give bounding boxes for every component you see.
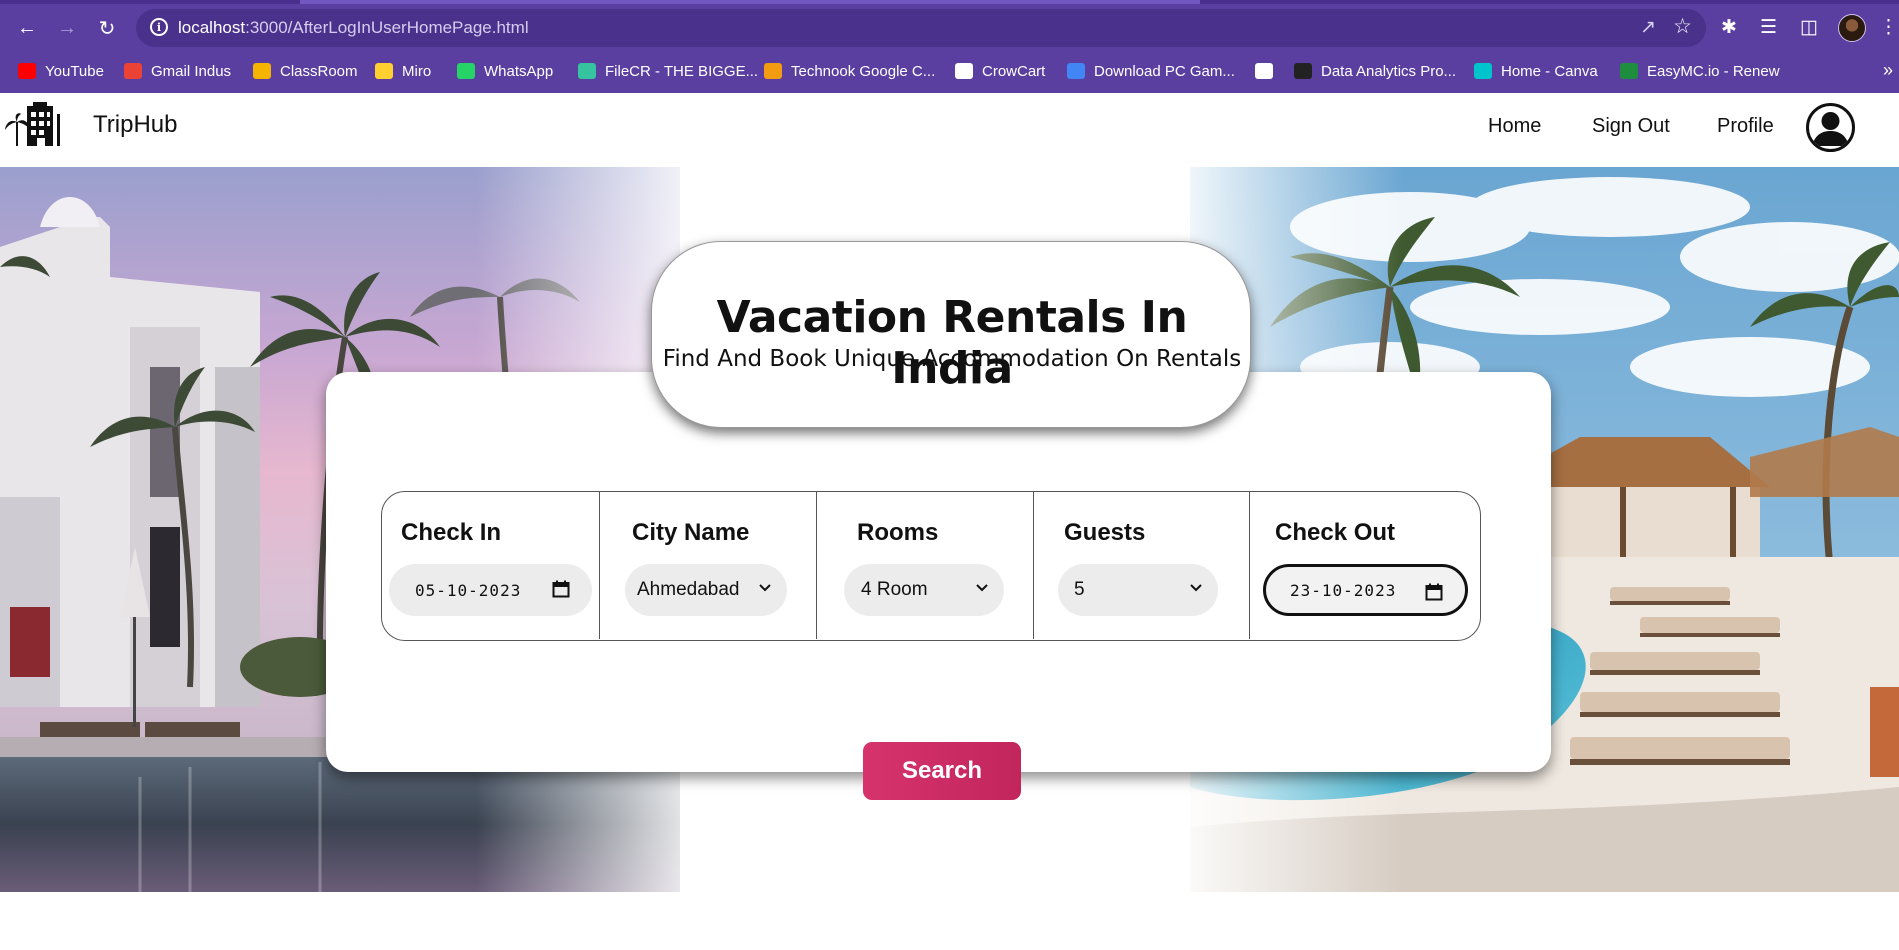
- bookmark-label: ClassRoom: [280, 62, 358, 80]
- miro-icon: [375, 63, 393, 79]
- bookmark-star-icon[interactable]: ☆: [1673, 14, 1692, 39]
- calendar-icon[interactable]: [552, 580, 570, 598]
- checkin-value: 05-10-2023: [415, 580, 522, 600]
- city-label: City Name: [632, 519, 750, 546]
- bookmarks-overflow-icon[interactable]: »: [1883, 60, 1893, 81]
- bookmark-crowcart[interactable]: CrowCart: [955, 60, 1045, 82]
- bookmark-label: FileCR - THE BIGGE...: [605, 62, 759, 80]
- page-subtitle: Find And Book Unique Accommodation On Re…: [662, 346, 1242, 372]
- checkout-date-input[interactable]: 23-10-2023: [1263, 564, 1468, 616]
- checkout-value: 23-10-2023: [1290, 580, 1397, 600]
- bookmark-label: Gmail Indus: [151, 62, 232, 80]
- chevron-down-icon: [759, 584, 771, 592]
- rooms-label: Rooms: [857, 519, 939, 546]
- extensions-icon[interactable]: ✱: [1721, 16, 1737, 39]
- bookmarks-bar: YouTube Gmail Indus ClassRoom Miro WhatsApp F…: [0, 50, 1899, 90]
- nav-profile-link[interactable]: Profile: [1717, 115, 1774, 138]
- title-banner: Vacation Rentals In India Find And Book …: [651, 241, 1251, 428]
- booking-form: Check In 05-10-2023 City Name Ahmedabad …: [381, 491, 1481, 641]
- bookmark-data-analytics-pro[interactable]: Data Analytics Pro...: [1294, 60, 1456, 82]
- calendar-icon[interactable]: [1425, 583, 1443, 601]
- site-info-icon[interactable]: i: [150, 18, 168, 36]
- reload-icon[interactable]: ↻: [92, 13, 122, 43]
- browser-toolbar: ← → ↻ i localhost:3000/AfterLogInUserHom…: [0, 4, 1899, 50]
- bookmark-label: EasyMC.io - Renew: [1647, 62, 1780, 80]
- browser-chrome: ← → ↻ i localhost:3000/AfterLogInUserHom…: [0, 0, 1899, 93]
- site-navbar: TripHub Home Sign Out Profile: [0, 93, 1899, 167]
- city-select[interactable]: Ahmedabad: [625, 564, 787, 616]
- bookmark-label: Miro: [402, 62, 432, 80]
- bookmark-label: Home - Canva: [1501, 62, 1598, 80]
- bookmark-miro[interactable]: Miro: [375, 60, 431, 82]
- share-icon[interactable]: ↗: [1640, 16, 1656, 39]
- gmail-icon: [124, 63, 142, 79]
- guests-field: Guests 5: [1034, 492, 1250, 639]
- bookmark-filecr-the-bigge[interactable]: FileCR - THE BIGGE...: [578, 60, 758, 82]
- canva-icon: [1474, 63, 1492, 79]
- bookmark-whatsapp[interactable]: WhatsApp: [457, 60, 553, 82]
- bookmark-technook-google-c[interactable]: Technook Google C...: [764, 60, 935, 82]
- address-bar[interactable]: i localhost:3000/AfterLogInUserHomePage.…: [136, 9, 1706, 47]
- guests-select[interactable]: 5: [1058, 564, 1218, 616]
- bookmark-label: Technook Google C...: [791, 62, 936, 80]
- guests-value: 5: [1074, 579, 1085, 600]
- bookmark-globe[interactable]: [1255, 60, 1282, 82]
- rooms-field: Rooms 4 Room: [817, 492, 1034, 639]
- nav-signout-link[interactable]: Sign Out: [1592, 115, 1670, 138]
- bookmark-label: Download PC Gam...: [1094, 62, 1235, 80]
- bookmark-label: CrowCart: [982, 62, 1046, 80]
- bookmark-gmail-indus[interactable]: Gmail Indus: [124, 60, 231, 82]
- browser-profile-avatar[interactable]: [1838, 14, 1866, 42]
- globe-icon: [1255, 63, 1273, 79]
- page-bottom: [0, 892, 1899, 950]
- bookmark-label: WhatsApp: [484, 62, 554, 80]
- bookmark-youtube[interactable]: YouTube: [18, 60, 104, 82]
- cart-icon: [955, 63, 973, 79]
- page-title: Vacation Rentals In India: [716, 292, 1188, 394]
- url-text: localhost:3000/AfterLogInUserHomePage.ht…: [178, 18, 529, 37]
- bookmark-label: YouTube: [45, 62, 104, 80]
- bookmark-classroom[interactable]: ClassRoom: [253, 60, 358, 82]
- nav-home-link[interactable]: Home: [1488, 115, 1541, 138]
- back-icon[interactable]: ←: [12, 13, 42, 43]
- side-panel-icon[interactable]: ◫: [1800, 16, 1818, 39]
- checkout-label: Check Out: [1275, 519, 1396, 546]
- google-icon: [1067, 63, 1085, 79]
- youtube-icon: [18, 63, 36, 79]
- guests-label: Guests: [1064, 519, 1146, 546]
- forward-icon[interactable]: →: [52, 13, 82, 43]
- city-value: Ahmedabad: [637, 579, 740, 600]
- rooms-value: 4 Room: [861, 579, 928, 600]
- brand-name[interactable]: TripHub: [93, 111, 177, 139]
- city-field: City Name Ahmedabad: [600, 492, 817, 639]
- menu-icon[interactable]: ⋮: [1879, 16, 1898, 39]
- bookmark-easymc-io-renew[interactable]: EasyMC.io - Renew: [1620, 60, 1780, 82]
- checkin-date-input[interactable]: 05-10-2023: [389, 564, 592, 616]
- checkout-field: Check Out 23-10-2023: [1250, 492, 1480, 639]
- user-avatar-icon[interactable]: [1806, 103, 1855, 152]
- checkin-field: Check In 05-10-2023: [382, 492, 600, 639]
- media-queue-icon[interactable]: ☰: [1760, 16, 1777, 39]
- classroom-icon: [253, 63, 271, 79]
- whatsapp-icon: [457, 63, 475, 79]
- filecr-icon: [578, 63, 596, 79]
- bookmark-download-pc-gam[interactable]: Download PC Gam...: [1067, 60, 1235, 82]
- chevron-down-icon: [1190, 584, 1202, 592]
- technook-icon: [764, 63, 782, 79]
- easymc-icon: [1620, 63, 1638, 79]
- chevron-down-icon: [976, 584, 988, 592]
- bookmark-home-canva[interactable]: Home - Canva: [1474, 60, 1598, 82]
- search-button[interactable]: Search: [863, 742, 1021, 800]
- hotel-logo-icon[interactable]: [5, 100, 63, 148]
- rooms-select[interactable]: 4 Room: [844, 564, 1004, 616]
- analytics-icon: [1294, 63, 1312, 79]
- bookmark-label: Data Analytics Pro...: [1321, 62, 1457, 80]
- checkin-label: Check In: [401, 519, 502, 546]
